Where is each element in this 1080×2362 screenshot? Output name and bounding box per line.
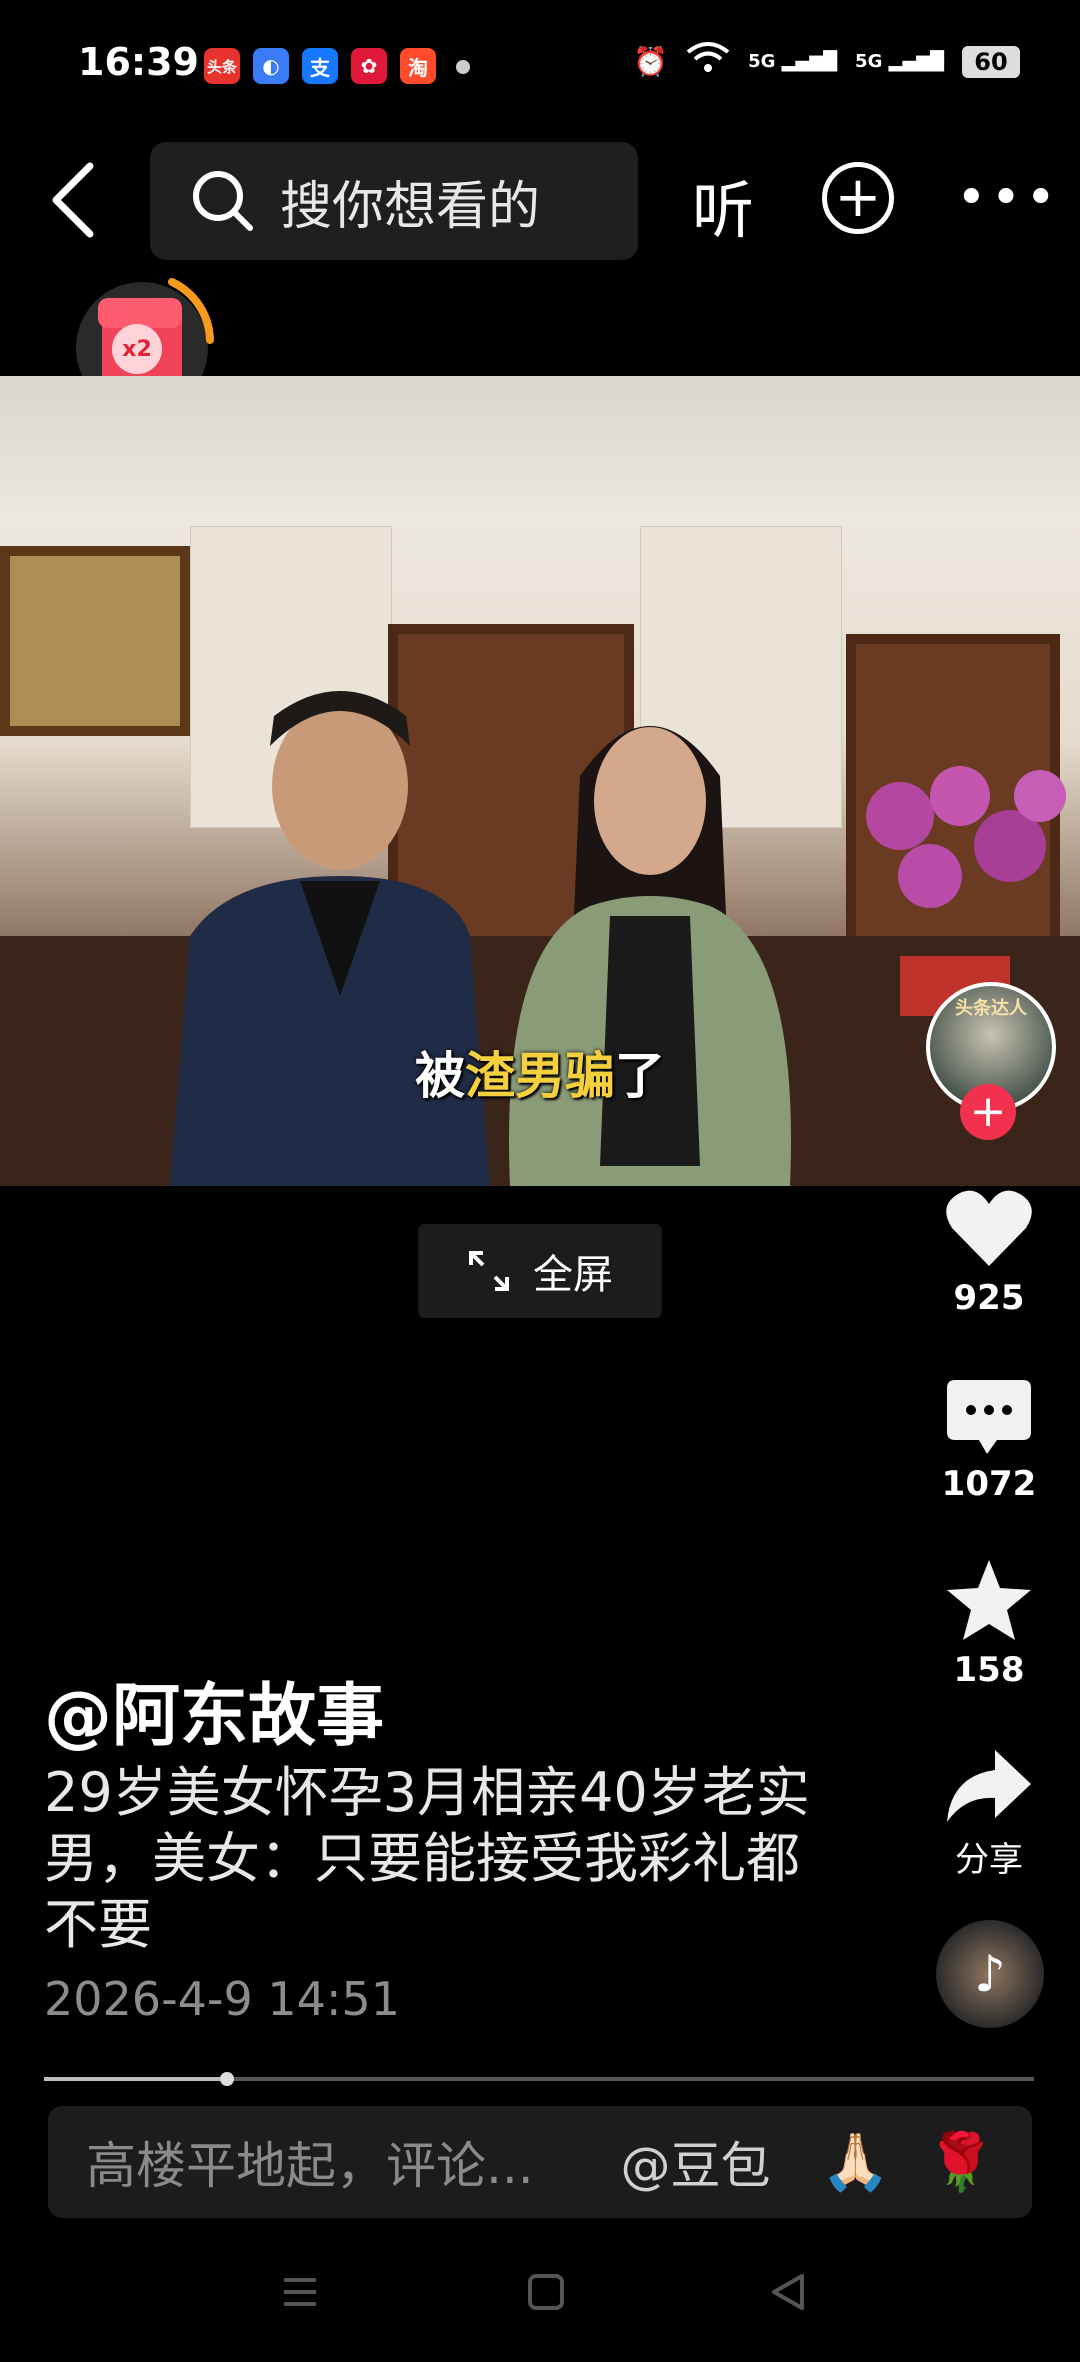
video-subtitle: 被渣男骗了 [415, 1047, 665, 1105]
progress-handle[interactable] [220, 2072, 235, 2086]
battery-indicator: 60 [962, 45, 1020, 78]
back-nav-button[interactable] [768, 2272, 808, 2316]
fullscreen-label: 全屏 [533, 1252, 613, 1298]
back-button[interactable] [44, 160, 108, 240]
wifi-icon [686, 42, 730, 81]
search-icon [193, 171, 253, 231]
wall-painting [0, 546, 190, 736]
follow-button[interactable]: + [960, 1084, 1016, 1140]
author-name[interactable]: @阿东故事 [44, 1660, 384, 1759]
signal-5g-icon: 5G ▂▄▆█ [748, 51, 838, 72]
woman-figure [509, 726, 791, 1186]
expand-icon [469, 1251, 509, 1291]
comment-input[interactable]: 高楼平地起，评论... @豆包 🙏🏻 🌹 [48, 2106, 1032, 2218]
like-count: 925 [953, 1278, 1025, 1318]
comment-icon [947, 1380, 1031, 1454]
add-button[interactable]: + [822, 162, 894, 234]
share-label: 分享 [955, 1840, 1023, 1880]
chevron-left-icon [52, 162, 94, 238]
status-icons: ⏰ 5G ▂▄▆█ 5G ▂▄▆█ 60 [633, 42, 1020, 81]
share-arrow-icon [947, 1750, 1031, 1822]
publish-date: 2026-4-9 14:51 [44, 1972, 400, 2026]
favorite-count: 158 [953, 1650, 1025, 1690]
search-placeholder: 搜你想看的 [280, 176, 541, 237]
orchid-flowers [866, 766, 1066, 1016]
video-player[interactable]: 被渣男骗了 [0, 376, 1080, 1186]
triangle-back-icon [772, 2274, 804, 2310]
taobao-app-icon: 淘 [400, 48, 436, 84]
more-options-button[interactable]: ••• [956, 168, 1060, 228]
menu-nav-button[interactable] [280, 2272, 320, 2316]
alipay-app-icon: 支 [302, 48, 338, 84]
comment-count: 1072 [941, 1464, 1037, 1504]
comment-placeholder: 高楼平地起，评论... [86, 2137, 534, 2195]
music-note-icon: ♪ [974, 1945, 1006, 2003]
progress-fill [44, 2077, 228, 2081]
status-time: 16:39 [78, 40, 199, 84]
signal-5g-icon-2: 5G ▂▄▆█ [855, 51, 944, 72]
browser-app-icon: ◐ [253, 48, 289, 84]
pray-emoji-button[interactable]: 🙏🏻 [821, 2129, 891, 2195]
doubao-mention-button[interactable]: @豆包 [621, 2126, 771, 2198]
home-nav-button[interactable] [526, 2272, 566, 2316]
square-icon [528, 2274, 564, 2310]
ellipsis-icon: ••• [956, 168, 1061, 228]
video-title: 29岁美女怀孕3月相亲40岁老实男，美女：只要能接受我彩礼都不要 [44, 1761, 810, 1956]
share-button[interactable]: 分享 [924, 1748, 1054, 1881]
plus-icon: + [969, 1086, 1007, 1137]
fullscreen-button[interactable]: 全屏 [418, 1224, 662, 1318]
channel-badge-text: 头条达人 [955, 998, 1027, 1019]
search-input[interactable]: 搜你想看的 [150, 142, 638, 260]
toutiao-app-icon: 头条 [204, 48, 240, 84]
favorite-button[interactable]: 158 [924, 1558, 1054, 1690]
pinduoduo-app-icon: ✿ [351, 48, 387, 84]
menu-icon [284, 2278, 316, 2306]
music-disc-button[interactable]: ♪ [936, 1920, 1044, 2028]
rose-emoji-button[interactable]: 🌹 [926, 2129, 996, 2195]
plus-icon: + [834, 165, 882, 230]
like-button[interactable]: 925 [924, 1186, 1054, 1318]
alarm-icon: ⏰ [633, 45, 669, 78]
comment-button[interactable]: 1072 [924, 1380, 1054, 1504]
more-notifications-dot [456, 60, 470, 74]
man-figure [170, 691, 490, 1186]
star-icon [947, 1560, 1031, 1640]
multiplier-badge: x2 [112, 324, 162, 374]
listen-button[interactable]: 听 [692, 160, 754, 250]
heart-icon [946, 1190, 1032, 1266]
